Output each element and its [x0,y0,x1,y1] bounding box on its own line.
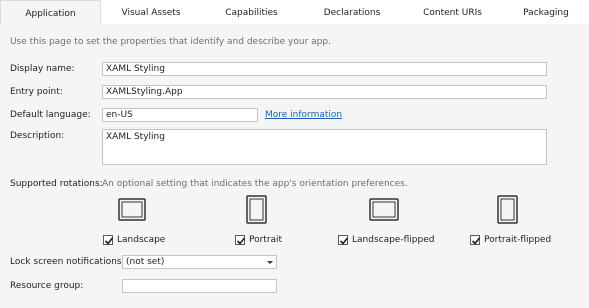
tab-packaging[interactable]: Packaging [503,0,589,24]
checkmark-icon [471,237,481,245]
portrait-checkbox[interactable] [235,235,246,245]
landscape-flipped-checkbox[interactable] [338,235,349,245]
checkmark-icon [104,237,114,245]
portrait-flipped-checkbox[interactable] [470,235,481,245]
portrait-tablet-icon [246,195,267,228]
tab-capabilities[interactable]: Capabilities [201,0,302,24]
entry-point-field[interactable]: XAMLStyling.App [102,85,547,99]
tab-declarations[interactable]: Declarations [302,0,402,24]
tab-content-uris[interactable]: Content URIs [402,0,503,24]
tab-visual-assets[interactable]: Visual Assets [101,0,201,24]
tab-strip: Application Visual Assets Capabilities D… [0,0,589,25]
intro-text: Use this page to set the properties that… [10,37,331,47]
lock-screen-notifications-select[interactable]: (not set) [122,255,277,269]
checkmark-icon [339,237,349,245]
display-name-label: Display name: [10,64,75,74]
checkmark-icon [236,237,246,245]
default-language-field[interactable]: en-US [102,108,258,122]
supported-rotations-hint: An optional setting that indicates the a… [102,179,408,189]
portrait-label: Portrait [249,235,283,245]
portrait-flipped-label: Portrait-flipped [484,235,552,245]
description-field[interactable]: XAML Styling [102,129,547,165]
entry-point-label: Entry point: [10,87,63,97]
tab-application[interactable]: Application [0,0,101,25]
landscape-label: Landscape [117,235,166,245]
default-language-label: Default language: [10,110,91,120]
more-information-link[interactable]: More information [265,110,342,120]
portrait-flipped-tablet-icon [497,195,518,228]
landscape-flipped-label: Landscape-flipped [352,235,435,245]
landscape-flipped-tablet-icon [369,198,399,225]
landscape-tablet-icon [118,198,146,225]
landscape-checkbox[interactable] [103,235,114,245]
chevron-down-icon [267,261,273,264]
resource-group-label: Resource group: [10,281,84,291]
lock-screen-notifications-value: (not set) [126,257,165,267]
description-label: Description: [10,131,65,141]
resource-group-field[interactable] [122,279,277,293]
lock-screen-notifications-label: Lock screen notifications: [10,257,125,267]
display-name-field[interactable]: XAML Styling [102,62,547,76]
supported-rotations-label: Supported rotations: [10,179,103,189]
